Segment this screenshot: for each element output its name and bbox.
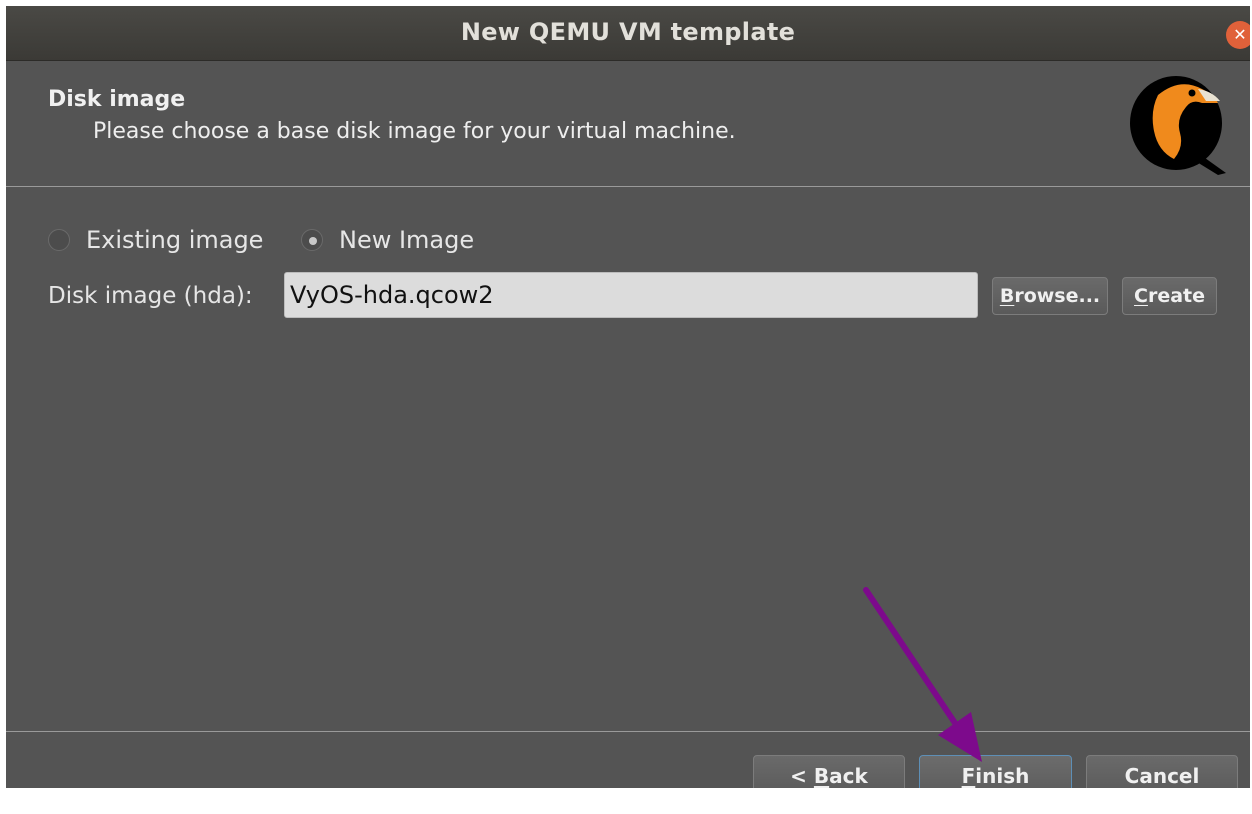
browse-mnemonic: B	[999, 285, 1015, 307]
page-title: Disk image	[48, 87, 186, 112]
radio-existing-image-label: Existing image	[86, 226, 264, 254]
finish-button[interactable]: Finish	[919, 755, 1072, 788]
back-label: ack	[829, 764, 868, 788]
header-divider	[6, 186, 1250, 187]
finish-mnemonic: F	[961, 764, 976, 788]
radio-existing-image[interactable]: Existing image	[48, 226, 288, 254]
back-prefix: <	[790, 764, 814, 788]
disk-image-label: Disk image (hda):	[48, 283, 253, 309]
dialog-window: New QEMU VM template ✕ Disk image Please…	[6, 6, 1250, 788]
create-button[interactable]: Create	[1122, 277, 1217, 315]
radio-new-image-label: New Image	[339, 226, 475, 254]
browse-button[interactable]: Browse...	[992, 277, 1108, 315]
radio-new-image[interactable]: New Image	[301, 226, 501, 254]
cancel-button[interactable]: Cancel	[1086, 755, 1238, 788]
finish-label: inish	[975, 764, 1030, 788]
wizard-header: Disk image Please choose a base disk ima…	[6, 61, 1250, 185]
back-mnemonic: B	[813, 764, 830, 788]
create-label: reate	[1147, 285, 1205, 307]
browse-label: rowse...	[1014, 285, 1101, 307]
window-title: New QEMU VM template	[460, 18, 796, 46]
radio-circle-selected[interactable]	[301, 229, 323, 251]
radio-circle[interactable]	[48, 229, 70, 251]
disk-image-input[interactable]	[284, 272, 978, 318]
footer-divider	[6, 731, 1250, 732]
page-subtitle: Please choose a base disk image for your…	[93, 119, 736, 144]
radio-dot	[309, 237, 317, 245]
back-button[interactable]: < Back	[753, 755, 905, 788]
close-icon[interactable]: ✕	[1226, 21, 1250, 49]
qemu-logo-icon	[1130, 76, 1226, 175]
title-bar[interactable]: New QEMU VM template ✕	[6, 6, 1250, 61]
create-mnemonic: C	[1134, 285, 1148, 307]
